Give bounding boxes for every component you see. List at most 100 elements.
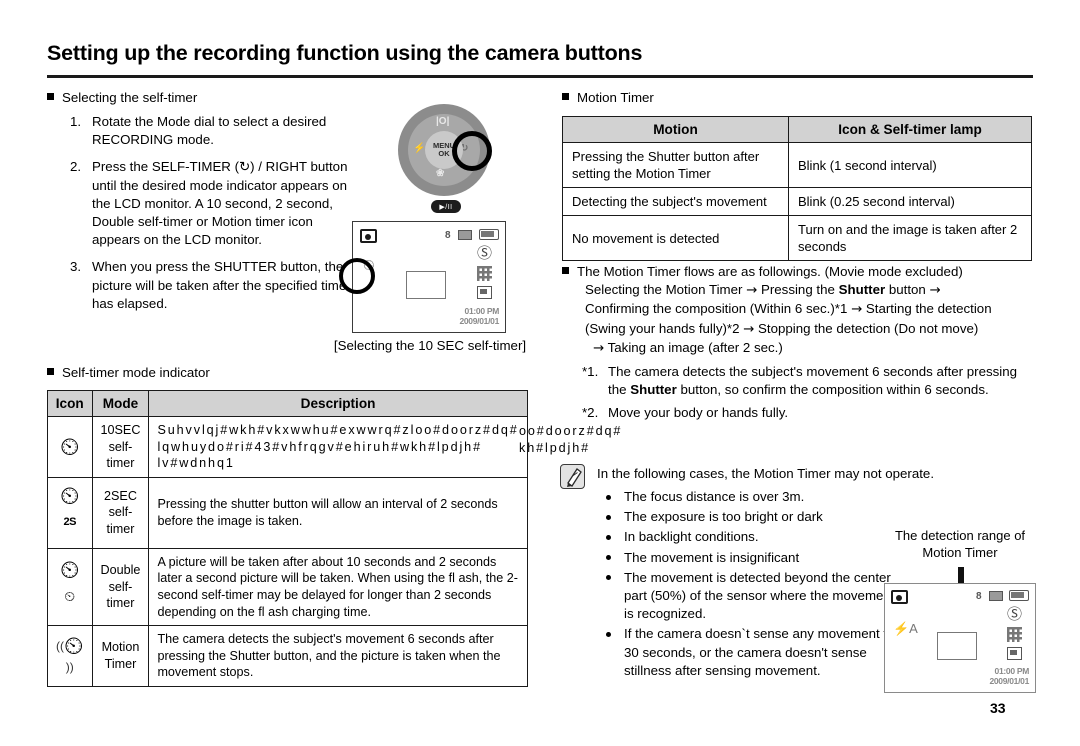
metering-icon (477, 286, 492, 299)
arrow-right-icon: → (743, 321, 755, 337)
note-pen-icon (560, 464, 585, 489)
column-header-mode: Mode (91, 390, 150, 417)
note-item-text: The focus distance is over 3m. (624, 489, 805, 504)
lcd-date-text: 2009/01/01 (459, 315, 499, 326)
detection-area-frame (937, 632, 977, 660)
flow-step-text: Pressing the (760, 282, 835, 298)
selftimer-2sec-icon: ⏲2S (47, 476, 93, 549)
flow-line: → Taking an image (after 2 sec.) (562, 339, 1037, 358)
af-frame (406, 271, 446, 299)
highlight-circle (339, 258, 375, 294)
footnote-marker: *1. (582, 364, 599, 379)
step-number: 2. (70, 159, 82, 175)
iso-grid-icon (1007, 627, 1022, 642)
square-bullet-icon (47, 93, 54, 100)
table-row: Pressing the Shutter button after settin… (562, 142, 1032, 188)
garbled-overflow-text: oo#doorz#dq# kh#lpdjh# (519, 423, 622, 456)
table-row: ⏲ 10SEC self-timer Suhvvlqj#wkh#vkxwwhu#… (47, 416, 528, 478)
garbled-text-line: Suhvvlqj#wkh#vkxwwhu#exwwrq#zloo#doorz#d… (157, 423, 519, 437)
shutter-bold-label: Shutter (630, 382, 677, 398)
arrow-right-icon: → (929, 283, 941, 299)
note-item-text: The exposure is too bright or dark (624, 509, 823, 525)
flow-step-text: button (888, 282, 926, 298)
flash-auto-icon: ⚡A (893, 621, 918, 636)
garbled-text-line: lv#wdnhq1 (157, 456, 235, 471)
selftimer-10sec-icon: ⏲ (47, 416, 93, 478)
footnote-text: button, so confirm the composition withi… (680, 382, 989, 398)
table-row: ⏲2S 2SEC self-timer Pressing the shutter… (47, 476, 528, 549)
detection-caption: The detection range of Motion Timer (876, 527, 1044, 561)
list-item: The movement is insignificant (604, 549, 904, 567)
ok-label: OK (438, 149, 450, 158)
bullet-dot-icon (606, 555, 611, 561)
bullet-dot-icon (606, 631, 611, 637)
column-header-motion: Motion (562, 116, 789, 143)
list-item: 3. When you press the SHUTTER button, th… (70, 258, 360, 313)
arrow-right-icon: → (746, 283, 758, 299)
mode-label: Motion Timer (91, 625, 150, 687)
flow-step-text: Stopping the detection (Do not move) (758, 320, 979, 336)
flow-line: (Swing your hands fully)*2 → Stopping th… (562, 320, 1037, 339)
lcd-monitor-preview: 8 Ⓢ ⏲ 01:00 PM 2009/01/01 (339, 221, 506, 333)
lcd-date-text: 2009/01/01 (989, 675, 1029, 686)
table-row: ⏲⏲ Double self-timer A picture will be t… (47, 547, 528, 627)
play-pause-button-icon: ▶/II (431, 200, 461, 213)
detection-caption-line2: Motion Timer (922, 545, 998, 560)
detection-range-diagram: The detection range of Motion Timer (876, 527, 1044, 608)
title-rule (47, 75, 1033, 78)
note-heading: In the following cases, the Motion Timer… (597, 466, 935, 481)
note-items-list: The focus distance is over 3m. The expos… (604, 488, 904, 682)
list-item: If the camera doesn`t sense any movement… (604, 625, 904, 680)
flow-step-text: Selecting the Motion Timer (585, 282, 743, 298)
footnote: *1. The camera detects the subject's mov… (562, 363, 1037, 399)
square-bullet-icon (562, 267, 569, 274)
table-header-row: Icon Mode Description (47, 390, 528, 417)
shutter-bold-label: Shutter (838, 282, 886, 298)
motion-cell: No movement is detected (562, 215, 789, 261)
metering-icon (1007, 647, 1022, 660)
description-cell: The camera detects the subject's movemen… (148, 625, 528, 687)
list-item: The exposure is too bright or dark (604, 508, 904, 526)
motion-timer-table: Motion Icon & Self-timer lamp Pressing t… (562, 116, 1032, 261)
motion-cell: Pressing the Shutter button after settin… (562, 142, 789, 188)
mode-label: Double self-timer (91, 547, 150, 627)
lcd-detection-preview: 8 Ⓢ ⚡A 01:00 PM 2009/01/01 (884, 583, 1036, 693)
table-row: Detecting the subject's movement Blink (… (562, 187, 1032, 216)
table-row: No movement is detected Turn on and the … (562, 215, 1032, 261)
left-section-heading: Selecting the self-timer (47, 89, 347, 107)
step-number: 3. (70, 259, 82, 275)
memory-card-icon (989, 591, 1003, 601)
image-quality-icon: Ⓢ (477, 245, 493, 262)
column-header-description: Description (148, 390, 528, 417)
lcd-caption: [Selecting the 10 SEC self-timer] (333, 338, 527, 353)
step-text: When you press the SHUTTER button, the p… (92, 259, 347, 311)
resolution-icon: 8 (445, 230, 451, 241)
mode-label: 2SEC self-timer (91, 476, 150, 549)
mode-label: 10SEC self-timer (91, 416, 150, 478)
flow-intro: The Motion Timer flows are as followings… (562, 263, 1037, 281)
motion-cell: Detecting the subject's movement (562, 187, 789, 216)
footnote-marker: *2. (582, 405, 599, 421)
iso-grid-icon (477, 266, 492, 281)
flow-step-text: Confirming the composition (Within 6 sec… (585, 301, 848, 317)
garbled-overflow-line: kh#lpdjh# (519, 440, 591, 455)
left-section-heading-label: Selecting the self-timer (62, 90, 198, 105)
garbled-text-line: lqwhuydo#ri#43#vhfrqgv#ehiruh#wkh#lpdjh# (157, 439, 482, 454)
shooting-mode-icon (891, 590, 908, 604)
list-item: 2. Press the SELF-TIMER (↻) / RIGHT butt… (70, 158, 360, 249)
step-text: Press the SELF-TIMER (↻) / RIGHT button … (92, 159, 348, 248)
description-cell: Pressing the shutter button will allow a… (148, 476, 528, 549)
flow-line: Selecting the Motion Timer → Pressing th… (562, 281, 1037, 300)
arrow-right-icon: → (851, 302, 863, 318)
flash-button-icon: ⚡ (413, 143, 426, 154)
detection-caption-line1: The detection range of (894, 528, 1026, 543)
battery-icon (479, 229, 499, 240)
table-header-row: Motion Icon & Self-timer lamp (562, 116, 1032, 143)
note-item-text: The movement is detected beyond the cent… (624, 569, 895, 622)
selftimer-indicator-heading: Self-timer mode indicator (47, 364, 347, 382)
bullet-dot-icon (606, 494, 611, 500)
footnote-text: Move your body or hands fully. (608, 405, 789, 421)
description-cell: Suhvvlqj#wkh#vkxwwhu#exwwrq#zloo#doorz#d… (148, 416, 528, 478)
list-item: In backlight conditions. (604, 528, 904, 546)
four-way-dial-diagram: |O| ⚡ ❀ ↻ MENU OK ▶/II (386, 100, 506, 218)
